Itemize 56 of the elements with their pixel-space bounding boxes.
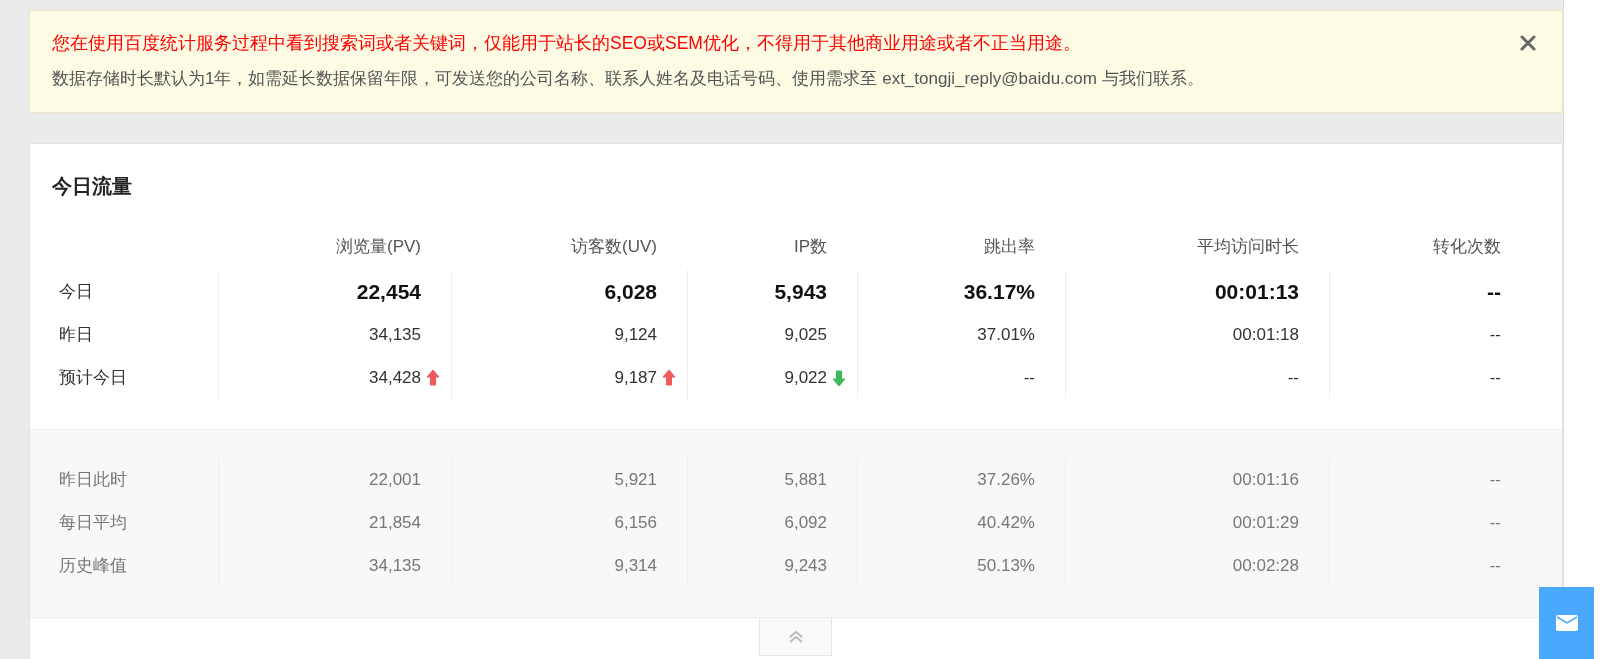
table-cell: 34,135 <box>369 555 421 576</box>
row-label: 每日平均 <box>58 512 128 534</box>
table-cell: 9,025 <box>784 324 827 345</box>
row-label: 预计今日 <box>58 367 128 389</box>
table-cell: -- <box>1287 367 1299 388</box>
table-cell: 37.26% <box>977 469 1035 490</box>
table-cell: 9,243 <box>784 555 827 576</box>
column-header: 转化次数 <box>1432 235 1502 258</box>
table-cell: 36.17% <box>963 279 1035 304</box>
table-cell: 9,187 <box>614 367 657 388</box>
table-cell: 6,156 <box>614 512 657 533</box>
column-header: 浏览量(PV) <box>335 235 422 258</box>
row-label: 昨日此时 <box>58 469 128 491</box>
table-cell: 6,028 <box>604 279 657 304</box>
table-cell: 00:01:29 <box>1232 512 1299 533</box>
table-cell: -- <box>1489 367 1501 388</box>
info-text: 数据存储时长默认为1年，如需延长数据保留年限，可发送您的公司名称、联系人姓名及电话号码、使用需求至 ext_tongji_reply@baidu.com 与我们联系。 <box>52 68 1205 90</box>
table-cell: 00:01:16 <box>1232 469 1299 490</box>
warning-text: 您在使用百度统计服务过程中看到搜索词或者关键词，仅能用于站长的SEO或SEM优化，不得用于其他商业用途或者不正当用途。 <box>52 32 1082 55</box>
table-cell: 50.13% <box>977 555 1035 576</box>
table-cell: 9,124 <box>614 324 657 345</box>
table-cell: 9,022 <box>784 367 827 388</box>
table-cell: 22,454 <box>356 279 421 304</box>
collapse-button[interactable] <box>759 618 832 656</box>
card-title: 今日流量 <box>51 174 133 198</box>
table-cell: -- <box>1489 324 1501 345</box>
column-header: 平均访问时长 <box>1196 235 1300 258</box>
column-header: 跳出率 <box>983 235 1036 258</box>
table-cell: -- <box>1489 555 1501 576</box>
table-cell: -- <box>1489 469 1501 490</box>
table-cell: 22,001 <box>369 469 421 490</box>
row-label: 昨日 <box>58 324 94 346</box>
table-cell: 21,854 <box>369 512 421 533</box>
row-label: 历史峰值 <box>58 555 128 577</box>
table-cell: 34,135 <box>369 324 421 345</box>
table-cell: 37.01% <box>977 324 1035 345</box>
table-cell: 00:01:13 <box>1214 279 1299 304</box>
table-cell: 6,092 <box>784 512 827 533</box>
close-button[interactable] <box>1518 33 1538 53</box>
row-label: 今日 <box>58 281 94 303</box>
column-header: IP数 <box>792 235 828 258</box>
table-cell: 5,921 <box>614 469 657 490</box>
mail-icon <box>1555 615 1578 631</box>
table-cell: -- <box>1489 512 1501 533</box>
table-cell: 9,314 <box>614 555 657 576</box>
message-button[interactable] <box>1539 587 1594 659</box>
table-cell: 00:01:18 <box>1232 324 1299 345</box>
table-cell: -- <box>1487 279 1501 304</box>
close-icon <box>1520 35 1536 51</box>
table-cell: 40.42% <box>977 512 1035 533</box>
table-cell: 00:02:28 <box>1232 555 1299 576</box>
table-cell: 5,943 <box>774 279 827 304</box>
table-cell: -- <box>1023 367 1035 388</box>
column-header: 访客数(UV) <box>570 235 658 258</box>
table-cell: 5,881 <box>784 469 827 490</box>
table-cell: 34,428 <box>369 367 421 388</box>
